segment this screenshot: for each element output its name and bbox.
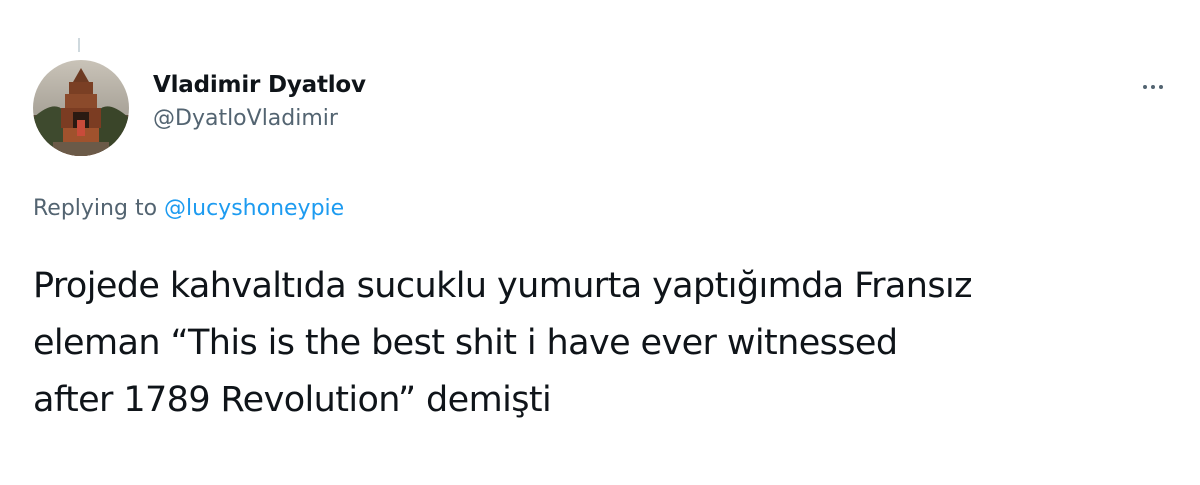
- tweet-text: Projede kahvaltıda sucuklu yumurta yaptı…: [33, 258, 1183, 429]
- tweet-text-line: eleman “This is the best shit i have eve…: [33, 323, 898, 363]
- replying-to-mention-link[interactable]: @lucyshoneypie: [164, 196, 344, 221]
- replying-to: Replying to @lucyshoneypie: [33, 194, 344, 224]
- author-display-name[interactable]: Vladimir Dyatlov: [153, 70, 366, 100]
- replying-to-prefix: Replying to: [33, 196, 158, 221]
- ellipsis-icon: [1159, 85, 1163, 89]
- more-options-button[interactable]: [1133, 74, 1173, 100]
- author-avatar[interactable]: [33, 60, 129, 156]
- author-info: Vladimir Dyatlov @DyatloVladimir: [153, 70, 366, 134]
- thread-connector-line: [78, 38, 80, 52]
- tweet-header: Vladimir Dyatlov @DyatloVladimir: [33, 60, 1173, 160]
- ellipsis-icon: [1143, 85, 1147, 89]
- ellipsis-icon: [1151, 85, 1155, 89]
- temple-photo-icon: [33, 60, 129, 156]
- author-handle[interactable]: @DyatloVladimir: [153, 104, 366, 134]
- tweet-text-line: Projede kahvaltıda sucuklu yumurta yaptı…: [33, 266, 972, 306]
- tweet-text-line: after 1789 Revolution” demişti: [33, 380, 552, 420]
